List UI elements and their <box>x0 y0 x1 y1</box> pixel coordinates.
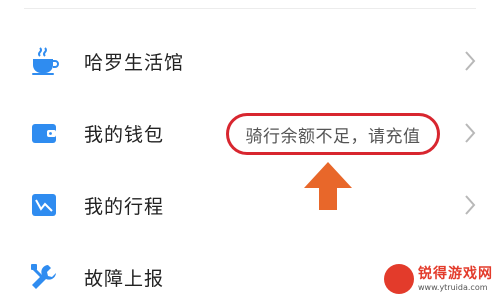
menu-item-my-trips[interactable]: 我的行程 <box>0 175 500 235</box>
menu-item-label: 我的钱包 <box>84 123 165 146</box>
watermark-url: www.ytruida.com <box>418 282 488 292</box>
wallet-menu-screen: 哈罗生活馆 我的钱包 骑行余额不足，请充值 我的行程 故障上报 锐得游戏网 ww… <box>0 0 500 300</box>
site-watermark: 锐得游戏网 www.ytruida.com <box>384 260 496 298</box>
watermark-title: 锐得游戏网 <box>418 265 493 282</box>
wallet-balance-notice: 骑行余额不足，请充值 <box>226 113 440 155</box>
wrench-icon <box>28 261 60 293</box>
chevron-right-icon <box>465 195 476 215</box>
chevron-right-icon <box>465 51 476 71</box>
menu-item-label: 我的行程 <box>84 195 165 218</box>
coffee-cup-icon <box>28 45 60 77</box>
trip-chart-icon <box>28 189 60 221</box>
game-controller-logo-icon <box>384 264 414 294</box>
chevron-right-icon <box>465 123 476 143</box>
menu-item-hello-life[interactable]: 哈罗生活馆 <box>0 31 500 91</box>
menu-item-label: 哈罗生活馆 <box>84 51 185 74</box>
top-divider <box>24 8 476 9</box>
menu-item-label: 故障上报 <box>84 267 165 290</box>
wallet-icon <box>28 117 60 149</box>
